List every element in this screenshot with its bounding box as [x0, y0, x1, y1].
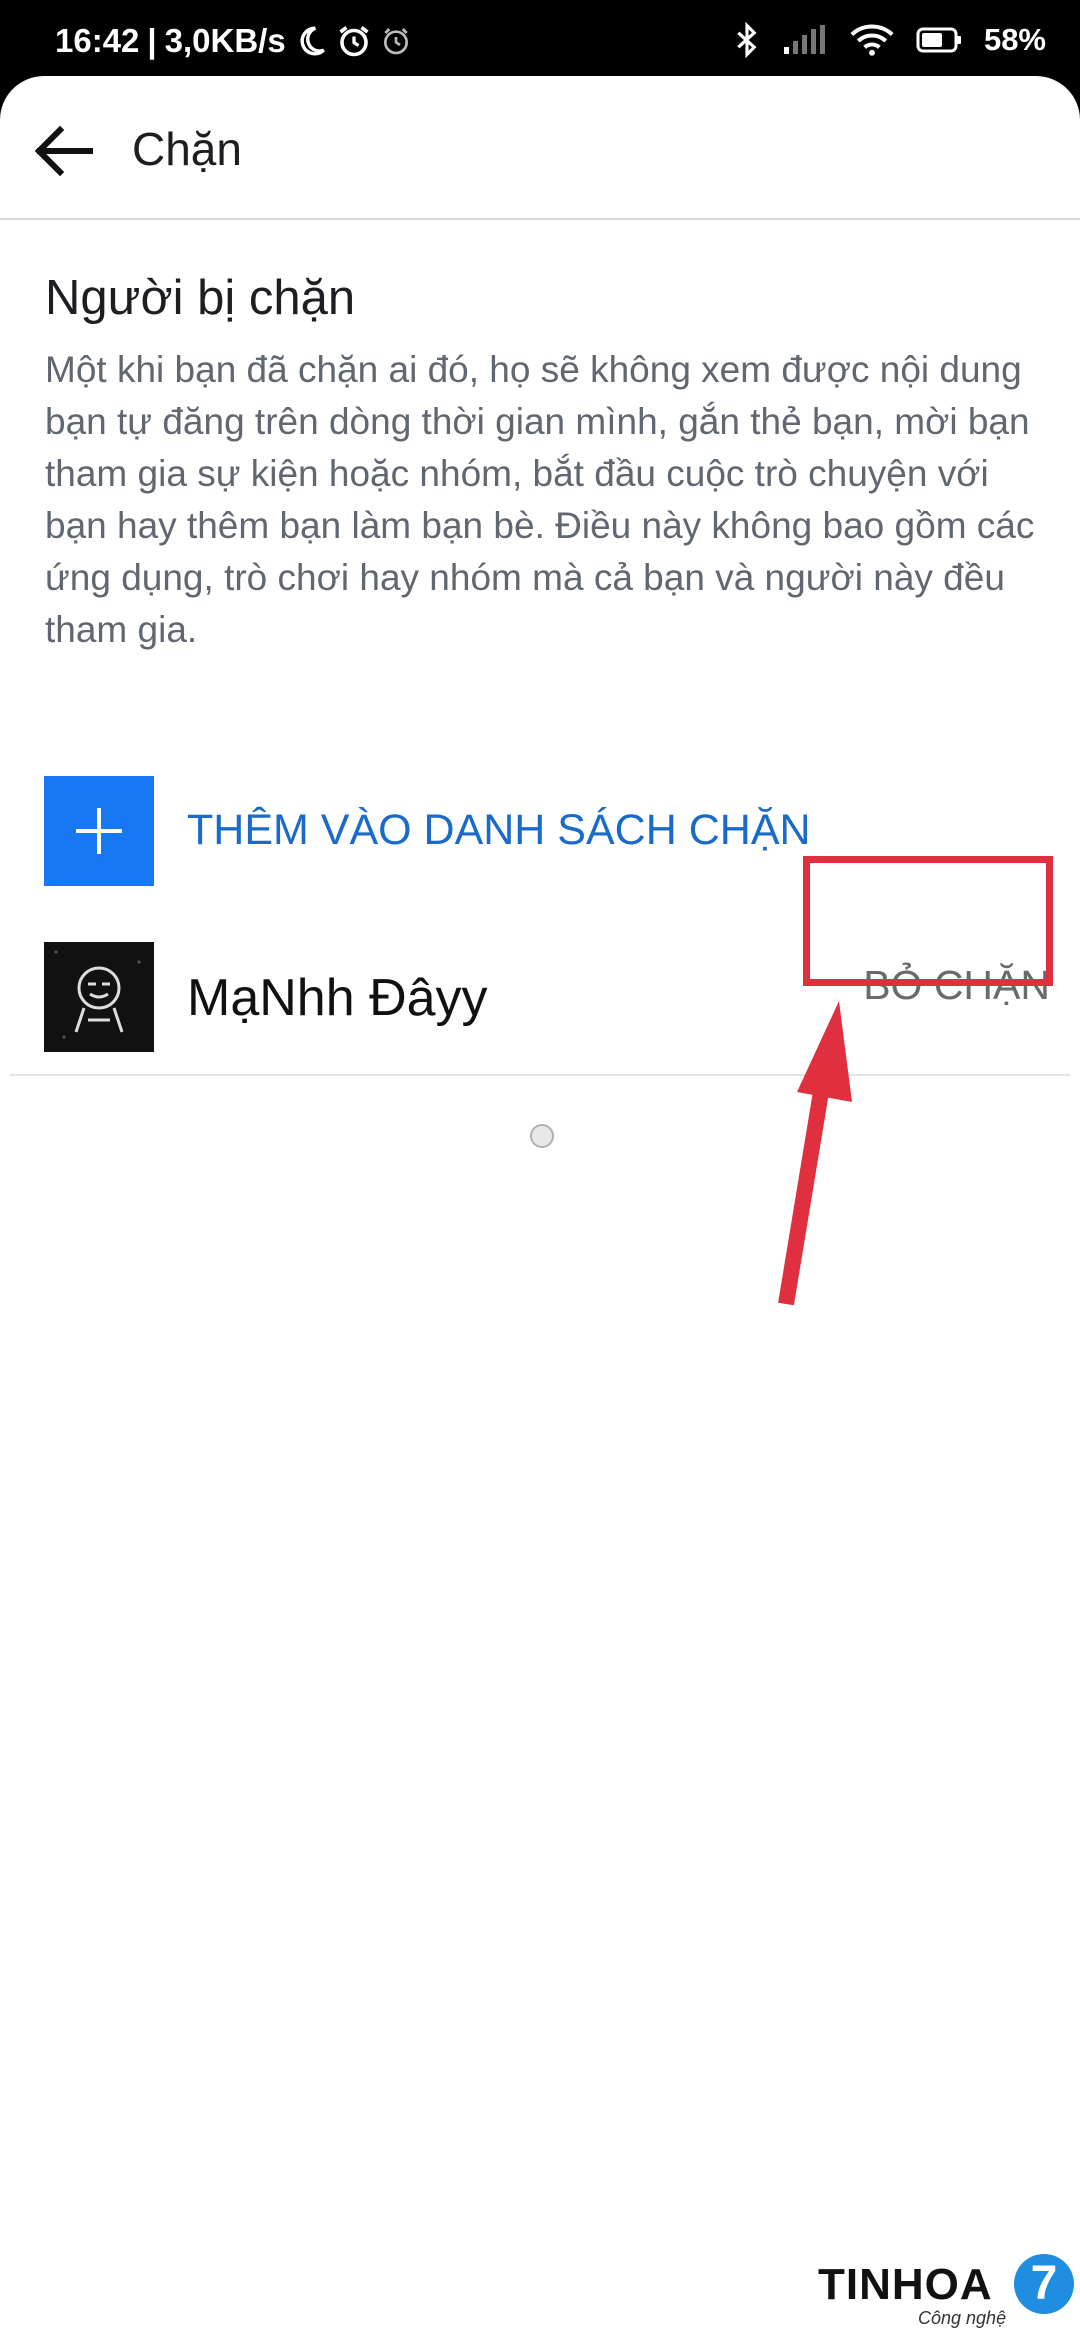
signal-icon [782, 25, 828, 55]
plus-icon [76, 808, 122, 854]
network-speed: 3,0KB/s [164, 22, 286, 59]
battery-icon [916, 26, 962, 54]
watermark-brand: TINHOA [818, 2260, 993, 2309]
alarm-icon [336, 23, 372, 59]
clock-icon [380, 25, 412, 57]
bluetooth-icon [734, 22, 760, 58]
battery-percentage: 58% [983, 22, 1046, 57]
add-to-blocklist-label: THÊM VÀO DANH SÁCH CHẶN [187, 806, 811, 854]
watermark-badge: 7 [1014, 2254, 1074, 2314]
annotation-highlight-box [803, 856, 1053, 986]
annotation-arrow-icon [778, 1001, 852, 1306]
moon-icon [294, 24, 328, 58]
section-title: Người bị chặn [45, 271, 356, 325]
watermark-tagline: Công nghệ [918, 2308, 1007, 2328]
status-separator: | [147, 22, 157, 59]
section-description: Một khi bạn đã chặn ai đó, họ sẽ không x… [45, 349, 1035, 650]
app-screen: Chặn Người bị chặn Một khi bạn đã chặn a… [0, 76, 1080, 2340]
loading-spinner [530, 1124, 554, 1148]
blocked-user-name: MạNhh Đâyy [187, 969, 488, 1027]
wifi-icon [850, 23, 894, 57]
watermark: TINHOA 7 Công nghệ [818, 2254, 1078, 2336]
app-bar: Chặn [0, 76, 1080, 220]
avatar [44, 942, 154, 1052]
status-bar: 16:42 | 3,0KB/s 58% [0, 0, 1080, 76]
add-button-tile [44, 776, 154, 886]
back-button[interactable] [30, 116, 100, 186]
arrow-left-icon [34, 125, 93, 177]
page-title: Chặn [132, 123, 242, 175]
status-time: 16:42 [55, 22, 140, 59]
